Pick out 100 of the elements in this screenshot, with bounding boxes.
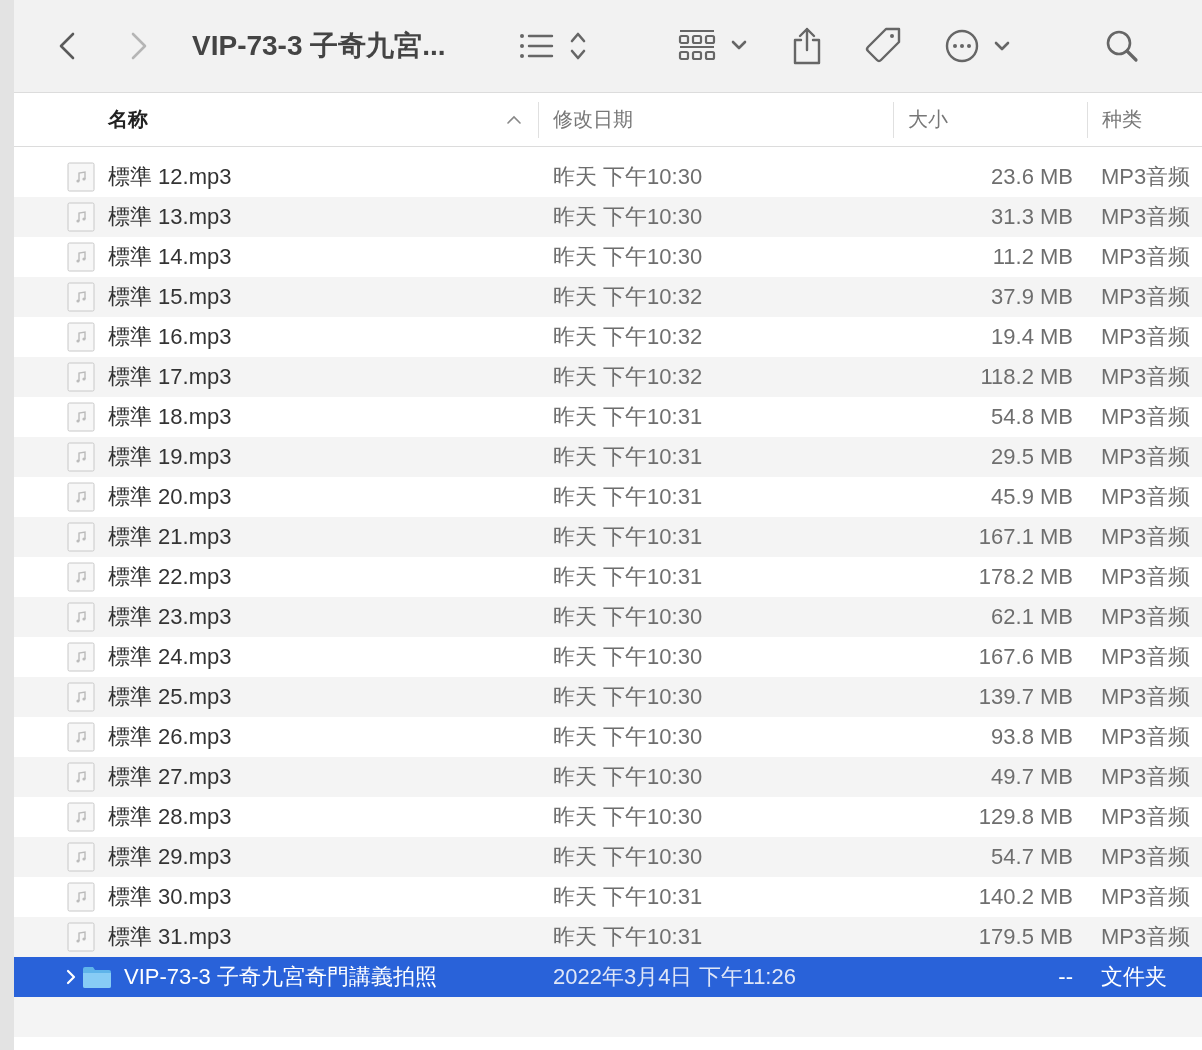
file-size: 139.7 MB [978,684,1073,710]
file-row[interactable]: 標準 25.mp3 昨天 下午10:30 139.7 MB MP3音频 [14,677,1202,717]
column-header[interactable]: 名称 [14,101,538,138]
audio-file-icon [66,762,96,792]
file-size: 62.1 MB [991,604,1073,630]
file-kind: MP3音频 [1101,603,1191,631]
file-kind: MP3音频 [1101,363,1191,391]
file-size: 31.3 MB [991,204,1073,230]
file-size: 37.9 MB [991,284,1073,310]
modified-date: 昨天 下午10:31 [553,443,703,471]
file-row[interactable]: 標準 13.mp3 昨天 下午10:30 31.3 MB MP3音频 [14,197,1202,237]
file-size: 49.7 MB [991,764,1073,790]
file-name: 標準 12.mp3 [108,163,232,191]
audio-file-icon [66,562,96,592]
modified-date: 昨天 下午10:32 [553,323,703,351]
file-name: 標準 19.mp3 [108,443,232,471]
file-row[interactable]: 標準 17.mp3 昨天 下午10:32 118.2 MB MP3音频 [14,357,1202,397]
file-name: 標準 21.mp3 [108,523,232,551]
file-row[interactable]: 標準 12.mp3 昨天 下午10:30 23.6 MB MP3音频 [14,157,1202,197]
file-kind: MP3音频 [1101,283,1191,311]
file-size: 167.6 MB [978,644,1073,670]
modified-date: 昨天 下午10:30 [553,203,703,231]
window-title: VIP-73-3 子奇九宮... [192,29,447,63]
modified-date: 昨天 下午10:31 [553,483,703,511]
audio-file-icon [66,802,96,832]
file-row[interactable]: 標準 19.mp3 昨天 下午10:31 29.5 MB MP3音频 [14,437,1202,477]
file-name: 標準 31.mp3 [108,923,232,951]
file-size: 178.2 MB [978,564,1073,590]
file-kind: MP3音频 [1101,843,1191,871]
file-row[interactable]: 標準 24.mp3 昨天 下午10:30 167.6 MB MP3音频 [14,637,1202,677]
file-name: 標準 14.mp3 [108,243,232,271]
file-kind: MP3音频 [1101,723,1191,751]
modified-date: 昨天 下午10:30 [553,643,703,671]
modified-date: 昨天 下午10:30 [553,603,703,631]
file-kind: MP3音频 [1101,923,1191,951]
audio-file-icon [66,482,96,512]
audio-file-icon [66,202,96,232]
modified-date: 2022年3月4日 下午11:26 [553,963,796,991]
modified-date: 昨天 下午10:30 [553,803,703,831]
file-kind: MP3音频 [1101,803,1191,831]
back-button[interactable] [58,31,76,61]
file-row[interactable]: 標準 14.mp3 昨天 下午10:30 11.2 MB MP3音频 [14,237,1202,277]
audio-file-icon [66,282,96,312]
file-row[interactable]: 標準 28.mp3 昨天 下午10:30 129.8 MB MP3音频 [14,797,1202,837]
file-name: 標準 22.mp3 [108,563,232,591]
modified-date: 昨天 下午10:31 [553,883,703,911]
file-row[interactable]: 標準 15.mp3 昨天 下午10:32 37.9 MB MP3音频 [14,277,1202,317]
file-row[interactable]: 標準 16.mp3 昨天 下午10:32 19.4 MB MP3音频 [14,317,1202,357]
sort-caret-icon [506,114,522,125]
audio-file-icon [66,362,96,392]
modified-date: 昨天 下午10:30 [553,163,703,191]
file-name: 標準 16.mp3 [108,323,232,351]
file-kind: MP3音频 [1101,403,1191,431]
column-header[interactable]: 修改日期 [538,101,893,138]
file-size: 54.8 MB [991,404,1073,430]
file-kind: MP3音频 [1101,643,1191,671]
modified-date: 昨天 下午10:30 [553,763,703,791]
file-size: 45.9 MB [991,484,1073,510]
file-name: 標準 13.mp3 [108,203,232,231]
file-row[interactable]: 標準 31.mp3 昨天 下午10:31 179.5 MB MP3音频 [14,917,1202,957]
file-kind: MP3音频 [1101,483,1191,511]
file-size: 129.8 MB [978,804,1073,830]
file-row[interactable]: 標準 30.mp3 昨天 下午10:31 140.2 MB MP3音频 [14,877,1202,917]
file-size: 118.2 MB [980,364,1073,390]
file-row[interactable]: VIP-73-3 子奇九宮奇門講義拍照 2022年3月4日 下午11:26 -- 文件夹 [14,957,1202,997]
file-kind: 文件夹 [1101,963,1167,991]
file-row[interactable]: 標準 23.mp3 昨天 下午10:30 62.1 MB MP3音频 [14,597,1202,637]
modified-date: 昨天 下午10:32 [553,283,703,311]
file-row[interactable]: 標準 29.mp3 昨天 下午10:30 54.7 MB MP3音频 [14,837,1202,877]
modified-date: 昨天 下午10:31 [553,523,703,551]
file-name: 標準 20.mp3 [108,483,232,511]
file-row[interactable]: 標準 21.mp3 昨天 下午10:31 167.1 MB MP3音频 [14,517,1202,557]
chevron-right-icon[interactable] [66,969,76,985]
column-header[interactable]: 种类 [1087,101,1202,138]
audio-file-icon [66,402,96,432]
file-row[interactable]: 標準 20.mp3 昨天 下午10:31 45.9 MB MP3音频 [14,477,1202,517]
search-button[interactable] [1104,28,1140,64]
file-name: 標準 23.mp3 [108,603,232,631]
file-row[interactable]: 標準 22.mp3 昨天 下午10:31 178.2 MB MP3音频 [14,557,1202,597]
folder-icon [82,965,112,989]
file-size: 23.6 MB [991,164,1073,190]
audio-file-icon [66,602,96,632]
file-size: 93.8 MB [991,724,1073,750]
file-name: 標準 18.mp3 [108,403,232,431]
audio-file-icon [66,322,96,352]
file-row[interactable]: 標準 26.mp3 昨天 下午10:30 93.8 MB MP3音频 [14,717,1202,757]
modified-date: 昨天 下午10:31 [553,563,703,591]
file-name: 標準 27.mp3 [108,763,232,791]
file-kind: MP3音频 [1101,683,1191,711]
file-row[interactable]: 標準 18.mp3 昨天 下午10:31 54.8 MB MP3音频 [14,397,1202,437]
audio-file-icon [66,922,96,952]
file-size: 19.4 MB [991,324,1073,350]
file-name: 標準 28.mp3 [108,803,232,831]
file-size: 179.5 MB [978,924,1073,950]
file-row[interactable]: 標準 27.mp3 昨天 下午10:30 49.7 MB MP3音频 [14,757,1202,797]
file-name: 標準 25.mp3 [108,683,232,711]
modified-date: 昨天 下午10:30 [553,723,703,751]
audio-file-icon [66,642,96,672]
column-header[interactable]: 大小 [893,101,1087,138]
file-kind: MP3音频 [1101,443,1191,471]
